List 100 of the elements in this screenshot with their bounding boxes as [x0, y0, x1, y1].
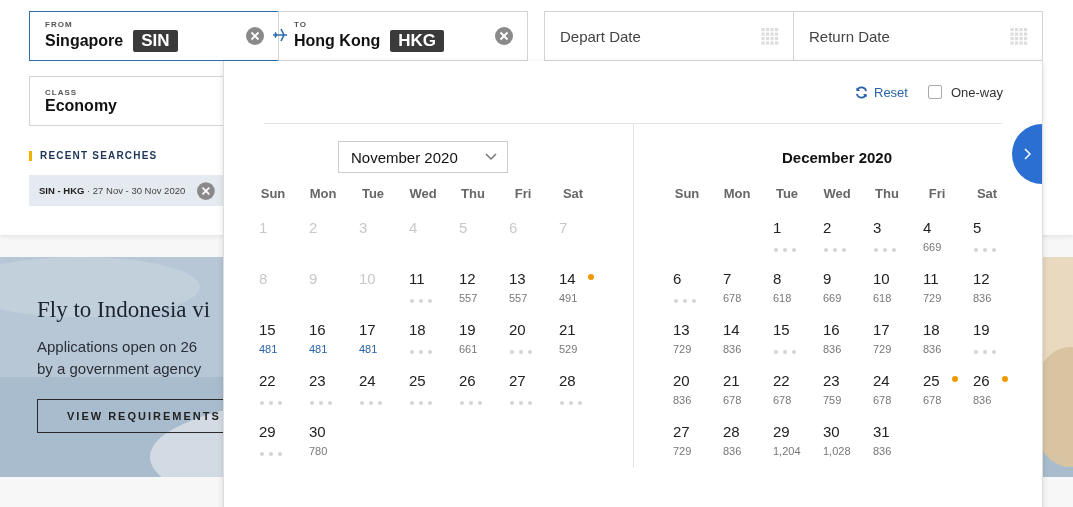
field-placeholder: Return Date — [809, 27, 891, 45]
banner-text: Applications open on 26 — [37, 337, 198, 357]
day-number[interactable]: 7 — [723, 269, 762, 289]
day-number[interactable]: 9 — [823, 269, 862, 289]
day-number[interactable]: 19 — [973, 320, 1012, 340]
day-number[interactable]: 16 — [823, 320, 862, 340]
day-number[interactable]: 29 — [259, 422, 298, 442]
fare-price: 481 — [359, 343, 379, 356]
day-number[interactable]: 14 — [723, 320, 762, 340]
day-number[interactable]: 25 — [923, 371, 962, 391]
clear-icon[interactable] — [197, 181, 215, 200]
day-number[interactable]: 29 — [773, 422, 812, 442]
fare-price: 529 — [559, 343, 579, 356]
dots-icon — [410, 350, 432, 354]
day-number[interactable]: 16 — [309, 320, 348, 340]
dots-icon — [310, 401, 332, 405]
day-number[interactable]: 6 — [673, 269, 712, 289]
fare-price: 729 — [673, 445, 693, 458]
day-number[interactable]: 27 — [509, 371, 548, 391]
fare-price: 557 — [509, 292, 529, 305]
day-number[interactable]: 21 — [559, 320, 598, 340]
day-number[interactable]: 25 — [409, 371, 448, 391]
fare-price: 836 — [923, 343, 943, 356]
dots-icon — [360, 401, 382, 405]
day-number[interactable]: 26 — [973, 371, 1012, 391]
day-number[interactable]: 22 — [259, 371, 298, 391]
day-number[interactable]: 17 — [359, 320, 398, 340]
day-number[interactable]: 18 — [409, 320, 448, 340]
date-field[interactable]: Depart Date — [544, 11, 794, 61]
day-number[interactable]: 11 — [923, 269, 962, 289]
fare-price: 780 — [309, 445, 329, 458]
day-number[interactable]: 13 — [673, 320, 712, 340]
day-number[interactable]: 31 — [873, 422, 912, 442]
day-number[interactable]: 2 — [823, 218, 862, 238]
day-number[interactable]: 28 — [559, 371, 598, 391]
fare-price: 1,204 — [773, 445, 802, 458]
calendar-icon — [1010, 27, 1028, 45]
fare-price: 836 — [873, 445, 893, 458]
day-number[interactable]: 30 — [823, 422, 862, 442]
day-number[interactable]: 15 — [773, 320, 812, 340]
recent-search-chip[interactable]: SIN - HKG · 27 Nov - 30 Nov 2020 — [29, 175, 223, 206]
airport-field[interactable]: TO Hong Kong HKG — [278, 11, 528, 61]
day-number[interactable]: 5 — [973, 218, 1012, 238]
day-number[interactable]: 12 — [973, 269, 1012, 289]
fare-price: 678 — [773, 394, 793, 407]
dots-icon — [410, 299, 432, 303]
clear-icon[interactable] — [495, 27, 513, 45]
day-number[interactable]: 15 — [259, 320, 298, 340]
airport-field[interactable]: FROM Singapore SIN — [29, 11, 279, 61]
day-number[interactable]: 30 — [309, 422, 348, 442]
fare-price: 836 — [823, 343, 843, 356]
day-number[interactable]: 20 — [509, 320, 548, 340]
weekday-label: Mon — [723, 185, 751, 201]
dots-icon — [874, 248, 896, 252]
day-number[interactable]: 20 — [673, 371, 712, 391]
day-number[interactable]: 23 — [823, 371, 862, 391]
day-number[interactable]: 17 — [873, 320, 912, 340]
checkbox-label: One-way — [950, 84, 1003, 100]
day-number[interactable]: 8 — [773, 269, 812, 289]
day-number[interactable]: 21 — [723, 371, 762, 391]
weekday-label: Thu — [875, 185, 899, 201]
day-number[interactable]: 19 — [459, 320, 498, 340]
next-month-button[interactable] — [1012, 124, 1042, 184]
day-number[interactable]: 24 — [873, 371, 912, 391]
fare-price: 836 — [673, 394, 693, 407]
day-number[interactable]: 1 — [773, 218, 812, 238]
day-number[interactable]: 13 — [509, 269, 548, 289]
fare-price: 669 — [823, 292, 843, 305]
day-number[interactable]: 10 — [873, 269, 912, 289]
fare-price: 557 — [459, 292, 479, 305]
fare-price: 678 — [723, 292, 743, 305]
day-number[interactable]: 3 — [873, 218, 912, 238]
clear-icon[interactable] — [246, 27, 264, 45]
banner-title: Fly to Indonesia vi — [37, 297, 211, 323]
day-number[interactable]: 27 — [673, 422, 712, 442]
weekday-label: Tue — [775, 185, 799, 201]
dots-icon — [510, 350, 532, 354]
weekday-label: Sat — [562, 185, 584, 201]
view-requirements-button[interactable]: VIEW REQUIREMENTS — [37, 399, 223, 433]
weekday-label: Sun — [260, 185, 286, 201]
one-way-checkbox[interactable] — [927, 85, 942, 99]
weekday-label: Wed — [823, 185, 851, 201]
day-number[interactable]: 18 — [923, 320, 962, 340]
fare-price: 618 — [873, 292, 893, 305]
day-number[interactable]: 11 — [409, 269, 448, 289]
day-number[interactable]: 4 — [923, 218, 962, 238]
fare-price: 481 — [259, 343, 279, 356]
day-number[interactable]: 14 — [559, 269, 598, 289]
day-number[interactable]: 23 — [309, 371, 348, 391]
day-number[interactable]: 22 — [773, 371, 812, 391]
date-field[interactable]: Return Date — [793, 11, 1043, 61]
day-number[interactable]: 26 — [459, 371, 498, 391]
day-number[interactable]: 12 — [459, 269, 498, 289]
reset-button[interactable]: Reset — [855, 84, 908, 100]
month-dropdown[interactable]: November 2020 — [338, 141, 508, 173]
fare-price: 729 — [923, 292, 943, 305]
fare-price: 678 — [873, 394, 893, 407]
dots-icon — [260, 401, 282, 405]
day-number[interactable]: 28 — [723, 422, 762, 442]
day-number[interactable]: 24 — [359, 371, 398, 391]
